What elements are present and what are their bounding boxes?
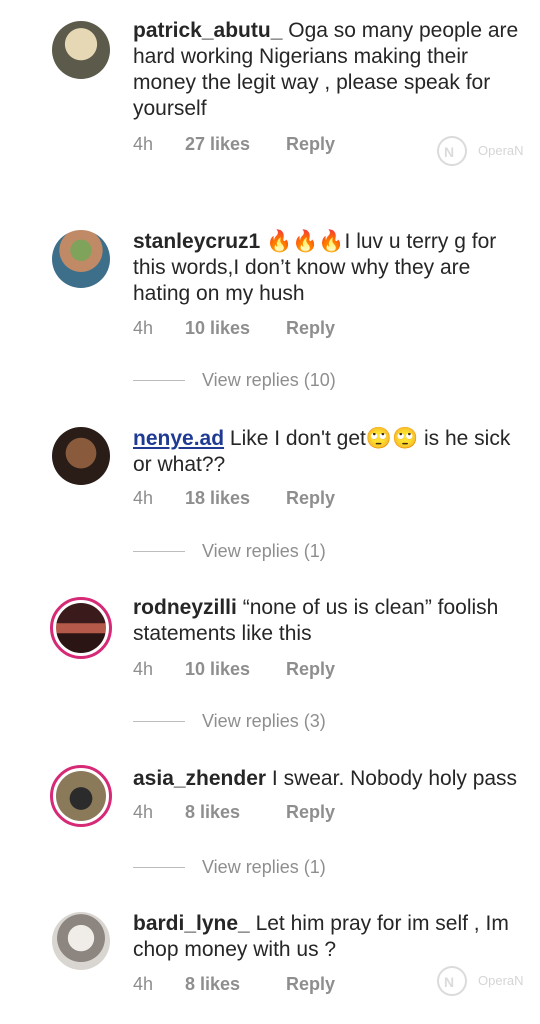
reply-button[interactable]: Reply (286, 488, 335, 509)
view-replies-label: View replies (3) (202, 711, 326, 731)
reply-button[interactable]: Reply (286, 974, 335, 995)
fire-emoji-icon: 🔥🔥🔥 (266, 229, 345, 253)
watermark-text: OperaN (478, 143, 524, 158)
likes-count[interactable]: 8 likes (185, 802, 286, 823)
watermark-text: OperaN (478, 973, 524, 988)
comment-username[interactable]: asia_zhender (133, 767, 266, 790)
comment-username[interactable]: patrick_abutu_ (133, 19, 282, 42)
avatar[interactable] (52, 912, 110, 970)
reply-button[interactable]: Reply (286, 134, 335, 155)
likes-count[interactable]: 27 likes (185, 134, 286, 155)
eye-roll-emoji-icon: 🙄🙄 (365, 426, 419, 450)
reply-button[interactable]: Reply (286, 802, 335, 823)
likes-count[interactable]: 10 likes (185, 659, 286, 680)
comment-time: 4h (133, 134, 154, 154)
likes-count[interactable]: 18 likes (185, 488, 286, 509)
avatar[interactable] (52, 230, 110, 288)
comment-username[interactable]: nenye.ad (133, 427, 224, 450)
avatar-image (56, 771, 106, 821)
divider-line (133, 551, 185, 552)
avatar-image (56, 603, 106, 653)
avatar[interactable] (52, 21, 110, 79)
avatar[interactable] (52, 427, 110, 485)
svg-text:N: N (444, 974, 454, 990)
reply-button[interactable]: Reply (286, 659, 335, 680)
comment-text: Like I don't get (229, 427, 366, 450)
comment-time: 4h (133, 974, 154, 994)
view-replies-button[interactable]: View replies (1) (133, 857, 326, 878)
avatar[interactable] (50, 597, 112, 659)
comment-username[interactable]: stanleycruz1 (133, 230, 260, 253)
view-replies-label: View replies (1) (202, 541, 326, 561)
comment-time: 4h (133, 659, 154, 679)
view-replies-label: View replies (1) (202, 857, 326, 877)
comment-time: 4h (133, 802, 154, 822)
comment-username[interactable]: bardi_lyne_ (133, 912, 250, 935)
divider-line (133, 867, 185, 868)
view-replies-button[interactable]: View replies (1) (133, 541, 326, 562)
comment-time: 4h (133, 318, 154, 338)
likes-count[interactable]: 8 likes (185, 974, 286, 995)
divider-line (133, 721, 185, 722)
svg-text:N: N (444, 144, 454, 160)
likes-count[interactable]: 10 likes (185, 318, 286, 339)
divider-line (133, 380, 185, 381)
avatar[interactable] (50, 765, 112, 827)
comment-time: 4h (133, 488, 154, 508)
watermark: N OperaN (432, 955, 540, 1005)
view-replies-label: View replies (10) (202, 370, 336, 390)
view-replies-button[interactable]: View replies (10) (133, 370, 336, 391)
watermark: N OperaN (432, 125, 540, 175)
comment-text: I swear. Nobody holy pass (271, 767, 518, 790)
comment-username[interactable]: rodneyzilli (133, 596, 237, 619)
reply-button[interactable]: Reply (286, 318, 335, 339)
view-replies-button[interactable]: View replies (3) (133, 711, 326, 732)
